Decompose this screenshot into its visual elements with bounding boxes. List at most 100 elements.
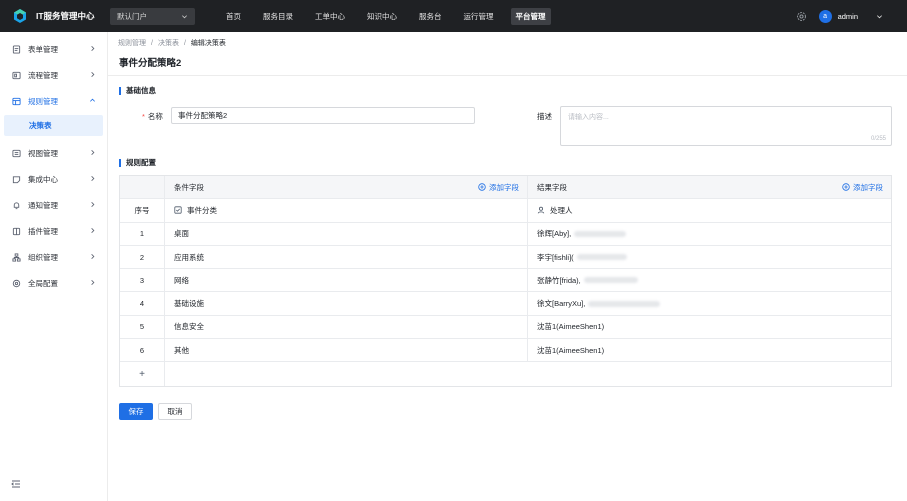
table-row[interactable]: 6 其他 沈苗1(AimeeShen1) (120, 339, 891, 363)
result-cell[interactable]: 李宇[fishli]( (528, 246, 891, 268)
sidebar-item-plugin-management[interactable]: 插件管理 (0, 218, 107, 244)
description-label: 描述 (537, 112, 552, 121)
chevron-right-icon (91, 72, 95, 77)
result-cell[interactable]: 沈苗1(AimeeShen1) (528, 316, 891, 338)
breadcrumb-item[interactable]: 规则管理 (118, 40, 146, 47)
user-name[interactable]: admin (838, 12, 858, 21)
add-field-label: 添加字段 (489, 182, 519, 192)
field-row: 序号 事件分类 处理人 (120, 199, 891, 223)
row-index: 5 (120, 315, 165, 339)
save-button[interactable]: 保存 (119, 403, 153, 420)
sidebar-item-notification-management[interactable]: 通知管理 (0, 192, 107, 218)
sidebar-item-label: 表单管理 (28, 44, 58, 54)
condition-cell[interactable]: 其他 (165, 339, 528, 362)
description-counter: 0/255 (870, 136, 886, 142)
result-field-name: 处理人 (550, 205, 573, 215)
name-label: * 名称 (142, 111, 163, 122)
rule-icon (12, 97, 21, 105)
plugin-icon (12, 227, 21, 235)
condition-cell[interactable]: 信息安全 (165, 315, 528, 339)
top-bar: IT服务管理中心 默认门户 首页 服务目录 工单中心 知识中心 服务台 运行管理… (0, 0, 907, 32)
form-icon (12, 44, 21, 54)
name-input[interactable]: 事件分配策略2 (171, 107, 475, 124)
condition-cell[interactable]: 网络 (165, 269, 528, 292)
result-cell[interactable]: 张静竹[frida), (528, 269, 891, 291)
breadcrumb-item[interactable]: 决策表 (158, 40, 179, 47)
redacted-text (574, 230, 627, 237)
add-result-field-button[interactable]: 添加字段 (842, 176, 883, 198)
result-value: 李宇[fishli]( (537, 252, 574, 262)
add-condition-field-button[interactable]: 添加字段 (478, 176, 519, 198)
add-row: + (120, 362, 891, 386)
description-textarea[interactable]: 请输入内容... 0/255 (560, 106, 892, 146)
add-field-label: 添加字段 (853, 182, 883, 192)
chevron-right-icon (91, 254, 95, 259)
sidebar-subitem-decision-table[interactable]: 决策表 (4, 115, 103, 136)
condition-cell[interactable]: 应用系统 (165, 245, 528, 269)
table-row[interactable]: 1 桌面 徐辉[Aby], (120, 222, 891, 246)
result-value: 徐辉[Aby], (537, 229, 572, 239)
nav-home[interactable]: 首页 (215, 8, 252, 25)
nav-operations[interactable]: 运行管理 (453, 8, 505, 25)
sidebar: 表单管理 流程管理 规则管理 决策表 视图管理 集成中心 通知管理 插件管理 组… (0, 32, 108, 501)
required-mark: * (142, 112, 145, 121)
chevron-right-icon (91, 46, 95, 51)
condition-field-cell[interactable]: 事件分类 (165, 199, 528, 222)
result-cell[interactable]: 徐文[BarryXu], (528, 292, 891, 314)
sidebar-item-global-config[interactable]: 全局配置 (0, 270, 107, 296)
portal-select[interactable]: 默认门户 (110, 7, 195, 25)
logo-icon (14, 9, 26, 23)
header-cell-result: 结果字段 添加字段 (528, 176, 891, 198)
index-header: 序号 (120, 199, 165, 222)
sidebar-item-label: 流程管理 (28, 70, 58, 80)
chevron-down-icon[interactable] (876, 13, 883, 20)
sidebar-item-rule-management[interactable]: 规则管理 (0, 88, 107, 114)
table-header-row: 条件字段 添加字段 结果字段 添加字段 (120, 176, 891, 200)
result-field-cell[interactable]: 处理人 (528, 199, 891, 221)
view-icon (12, 149, 21, 157)
chevron-right-icon (91, 150, 95, 155)
table-row[interactable]: 2 应用系统 李宇[fishli]( (120, 245, 891, 270)
table-row[interactable]: 4 基础设施 徐文[BarryXu], (120, 292, 891, 316)
result-cell[interactable]: 徐辉[Aby], (528, 223, 891, 245)
collapse-sidebar-icon[interactable] (11, 479, 21, 489)
add-row-button[interactable]: + (120, 362, 165, 386)
sidebar-item-view-management[interactable]: 视图管理 (0, 140, 107, 166)
sidebar-item-label: 通知管理 (28, 200, 58, 210)
brand[interactable]: IT服务管理中心 (0, 8, 108, 24)
nav-service-catalog[interactable]: 服务目录 (252, 8, 304, 25)
gear-icon[interactable] (796, 11, 807, 22)
user-area: a admin (796, 0, 883, 32)
section-title-basic: 基础信息 (119, 87, 156, 95)
sidebar-item-form-management[interactable]: 表单管理 (0, 36, 107, 62)
condition-cell[interactable]: 桌面 (165, 222, 528, 245)
sidebar-item-label: 规则管理 (28, 96, 58, 106)
chevron-right-icon (91, 280, 95, 285)
result-cell[interactable]: 沈苗1(AimeeShen1) (528, 339, 891, 361)
row-index: 4 (120, 292, 165, 315)
sidebar-item-flow-management[interactable]: 流程管理 (0, 62, 107, 88)
sidebar-item-integration-center[interactable]: 集成中心 (0, 166, 107, 192)
sidebar-item-label: 集成中心 (28, 174, 58, 184)
description-placeholder: 请输入内容... (568, 114, 609, 121)
nav-service-desk[interactable]: 服务台 (408, 8, 453, 25)
chevron-up-icon (90, 98, 95, 102)
table-row[interactable]: 5 信息安全 沈苗1(AimeeShen1) (120, 315, 891, 340)
bell-icon (13, 201, 20, 209)
redacted-text (588, 300, 661, 307)
row-index: 3 (120, 269, 165, 292)
nav-platform-management[interactable]: 平台管理 (510, 7, 551, 25)
result-value: 徐文[BarryXu], (537, 299, 586, 309)
nav-knowledge-center[interactable]: 知识中心 (356, 8, 408, 25)
name-label-text: 名称 (147, 112, 163, 121)
plus-circle-icon (478, 183, 486, 191)
avatar[interactable]: a (818, 9, 832, 23)
condition-cell[interactable]: 基础设施 (165, 292, 528, 315)
table-row[interactable]: 3 网络 张静竹[frida), (120, 269, 891, 293)
redacted-text (583, 277, 638, 284)
cancel-button[interactable]: 取消 (158, 403, 192, 420)
nav-ticket-center[interactable]: 工单中心 (304, 8, 356, 25)
plus-circle-icon (842, 183, 850, 191)
sidebar-item-org-management[interactable]: 组织管理 (0, 244, 107, 270)
redacted-text (576, 254, 627, 261)
